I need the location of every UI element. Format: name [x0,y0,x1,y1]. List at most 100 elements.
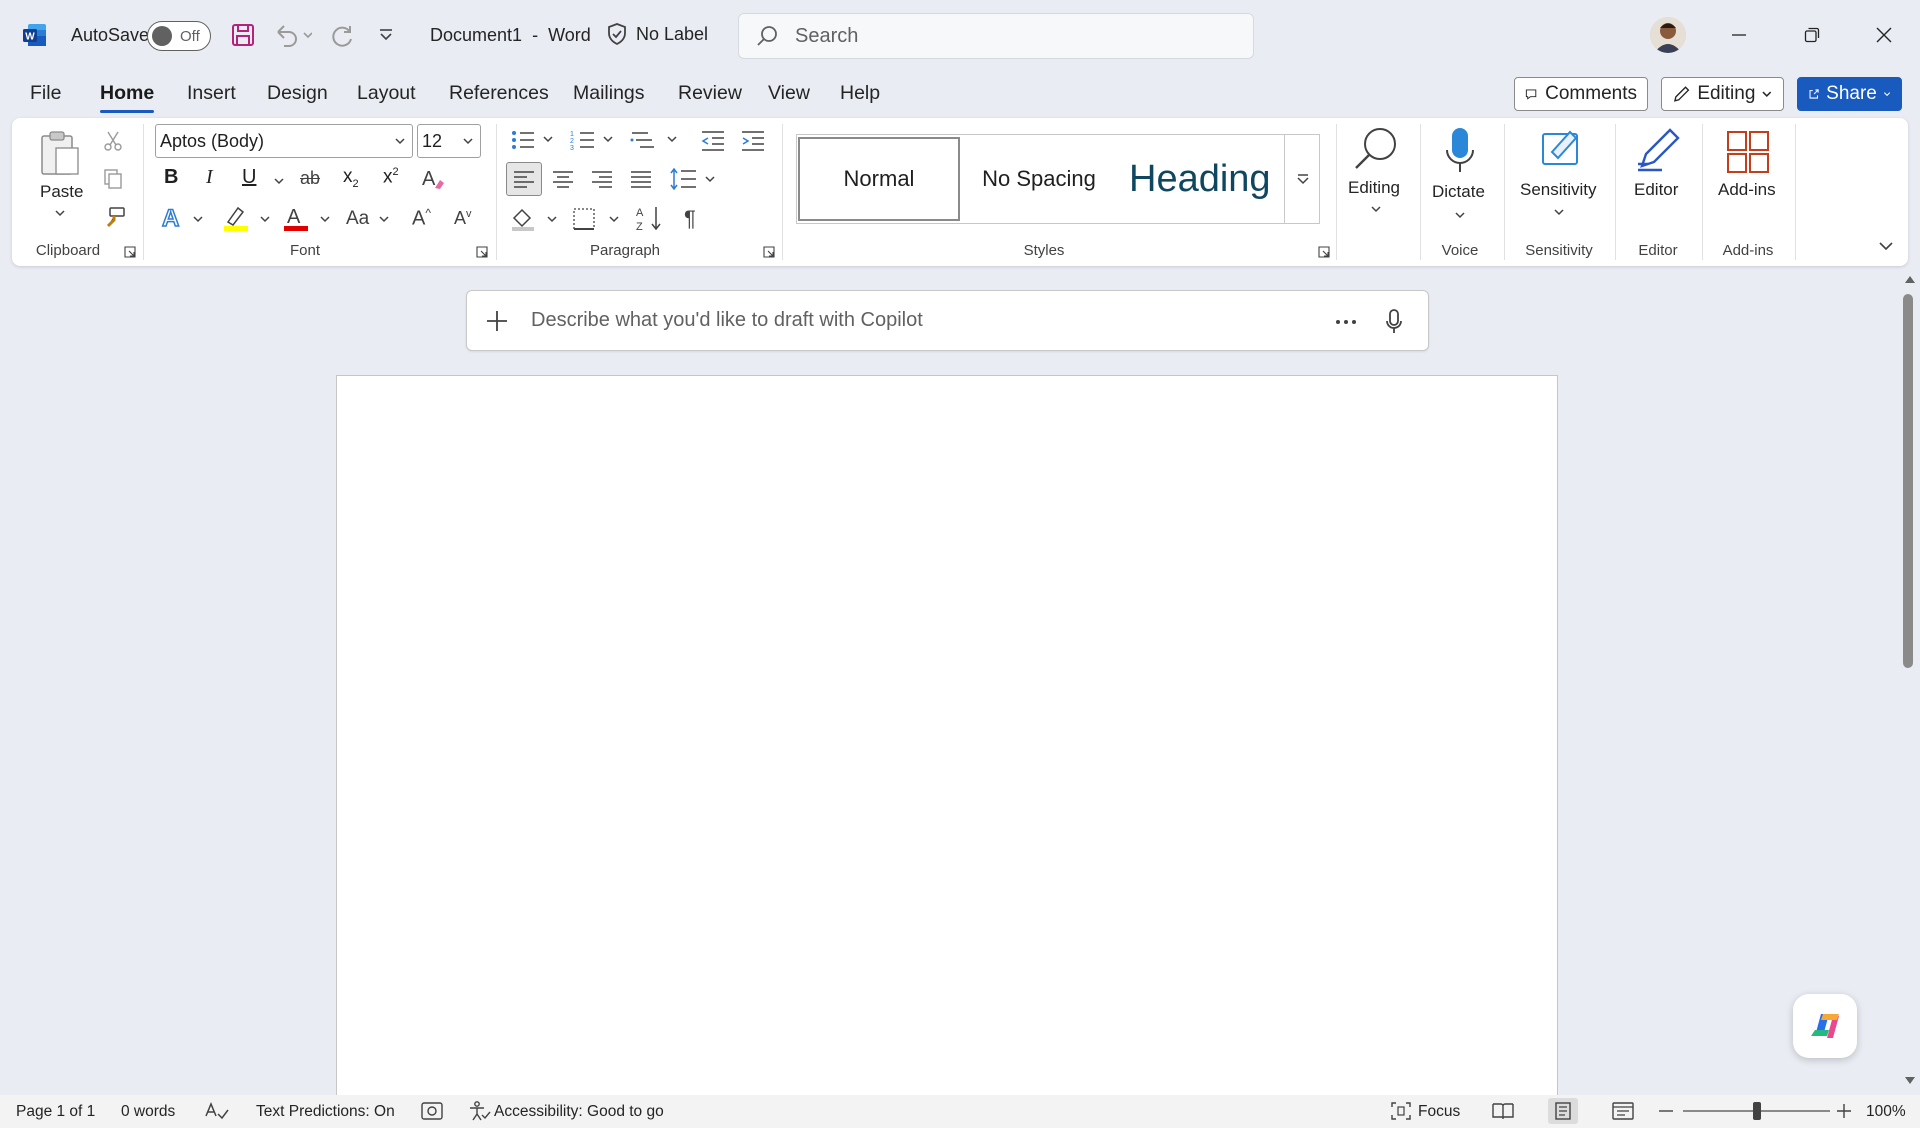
zoom-level[interactable]: 100% [1866,1103,1906,1121]
print-layout-button[interactable] [1548,1098,1578,1124]
paste-dropdown-icon[interactable] [54,208,66,218]
align-left-button[interactable] [506,162,542,196]
tab-insert[interactable]: Insert [187,82,236,105]
align-center-icon[interactable] [552,170,574,188]
accessibility-icon[interactable] [467,1100,491,1122]
tab-home[interactable]: Home [100,82,155,113]
zoom-in-icon[interactable] [1837,1104,1851,1118]
underline-dropdown-icon[interactable] [273,176,285,186]
font-launcher-icon[interactable] [476,246,488,258]
tab-review[interactable]: Review [678,82,742,105]
proofing-icon[interactable] [204,1100,230,1122]
subscript-icon[interactable]: x2 [343,166,359,190]
shrink-font-icon[interactable]: Av [454,208,472,229]
tab-mailings[interactable]: Mailings [573,82,645,105]
sensitivity-icon[interactable] [1540,126,1586,172]
sensitivity-dropdown-icon[interactable] [1553,207,1565,217]
cut-icon[interactable] [102,130,124,152]
change-case-dropdown-icon[interactable] [378,214,390,224]
multilevel-list-icon[interactable] [630,128,678,152]
font-family-select[interactable]: Aptos (Body) [155,124,413,158]
editing-dropdown-icon[interactable] [1370,204,1382,214]
align-right-icon[interactable] [591,170,613,188]
zoom-out-icon[interactable] [1659,1110,1673,1112]
tab-help[interactable]: Help [840,82,880,105]
collapse-ribbon-icon[interactable] [1878,240,1894,252]
format-painter-icon[interactable] [102,206,126,230]
zoom-slider-thumb[interactable] [1752,1102,1761,1120]
macro-recording-icon[interactable] [420,1101,444,1121]
tab-references[interactable]: References [449,82,549,105]
style-normal[interactable]: Normal [798,137,960,221]
styles-more-button[interactable] [1284,134,1320,224]
vertical-scrollbar[interactable] [1898,270,1920,1095]
paragraph-launcher-icon[interactable] [763,246,775,258]
tab-file[interactable]: File [30,82,61,105]
font-color-icon[interactable]: A [282,204,310,232]
borders-icon[interactable] [572,206,620,232]
show-formatting-marks-icon[interactable]: ¶ [684,206,696,232]
underline-icon[interactable]: U [242,166,256,189]
avatar[interactable] [1650,17,1686,53]
scroll-down-icon[interactable] [1904,1076,1916,1086]
tab-design[interactable]: Design [267,82,328,105]
editing-find-button[interactable] [1350,124,1402,174]
document-page[interactable] [336,375,1558,1095]
shading-icon[interactable] [510,206,558,232]
style-heading[interactable]: Heading [1116,137,1274,221]
more-options-icon[interactable] [1335,319,1357,325]
clear-formatting-icon[interactable]: A [420,166,446,192]
line-spacing-icon[interactable] [670,166,716,192]
scroll-up-icon[interactable] [1904,274,1916,284]
clipboard-launcher-icon[interactable] [124,246,136,258]
focus-label[interactable]: Focus [1418,1103,1460,1121]
justify-icon[interactable] [630,170,652,188]
style-no-spacing[interactable]: No Spacing [964,137,1114,221]
change-case-icon[interactable]: Aa [346,208,369,230]
comments-button[interactable]: Comments [1514,77,1648,111]
sort-icon[interactable]: AZ [636,204,666,232]
highlight-dropdown-icon[interactable] [259,214,271,224]
text-effects-dropdown-icon[interactable] [192,214,204,224]
close-button[interactable] [1860,14,1908,56]
tab-view[interactable]: View [768,82,810,105]
undo-icon[interactable] [272,22,312,48]
autosave-toggle[interactable]: Off [147,21,211,51]
focus-icon[interactable] [1390,1101,1412,1121]
bullets-icon[interactable] [510,128,554,152]
copilot-draft-bar[interactable]: Describe what you'd like to draft with C… [466,290,1429,351]
web-layout-icon[interactable] [1612,1101,1634,1121]
copy-icon[interactable] [102,168,124,190]
increase-indent-icon[interactable] [740,128,766,152]
zoom-slider-track[interactable] [1683,1102,1830,1120]
superscript-icon[interactable]: x2 [383,166,399,188]
customize-toolbar-icon[interactable] [378,28,394,42]
font-size-select[interactable]: 12 [417,124,481,158]
scrollbar-thumb[interactable] [1903,294,1913,668]
decrease-indent-icon[interactable] [700,128,726,152]
page-count[interactable]: Page 1 of 1 [16,1103,95,1121]
redo-icon[interactable] [330,22,356,48]
restore-button[interactable] [1788,14,1836,56]
text-effects-icon[interactable]: A [160,204,186,230]
copilot-button[interactable] [1793,994,1857,1058]
grow-font-icon[interactable]: A^ [412,206,431,231]
addins-icon[interactable] [1726,130,1770,174]
read-mode-icon[interactable] [1492,1102,1514,1120]
microphone-icon[interactable] [1444,126,1476,178]
text-predictions-status[interactable]: Text Predictions: On [256,1103,395,1121]
bold-icon[interactable]: B [164,166,178,189]
strikethrough-icon[interactable]: ab [300,168,320,189]
tab-layout[interactable]: Layout [357,82,416,105]
editor-icon[interactable] [1636,126,1684,174]
word-count[interactable]: 0 words [121,1103,175,1121]
microphone-icon[interactable] [1385,308,1403,336]
search-input[interactable]: Search [738,13,1254,59]
font-color-dropdown-icon[interactable] [319,214,331,224]
italic-icon[interactable]: I [206,166,213,189]
numbering-icon[interactable]: 123 [570,128,614,152]
share-button[interactable]: Share [1797,77,1902,111]
highlight-icon[interactable] [222,204,250,232]
sensitivity-label-button[interactable]: No Label [606,22,708,46]
styles-launcher-icon[interactable] [1318,246,1330,258]
